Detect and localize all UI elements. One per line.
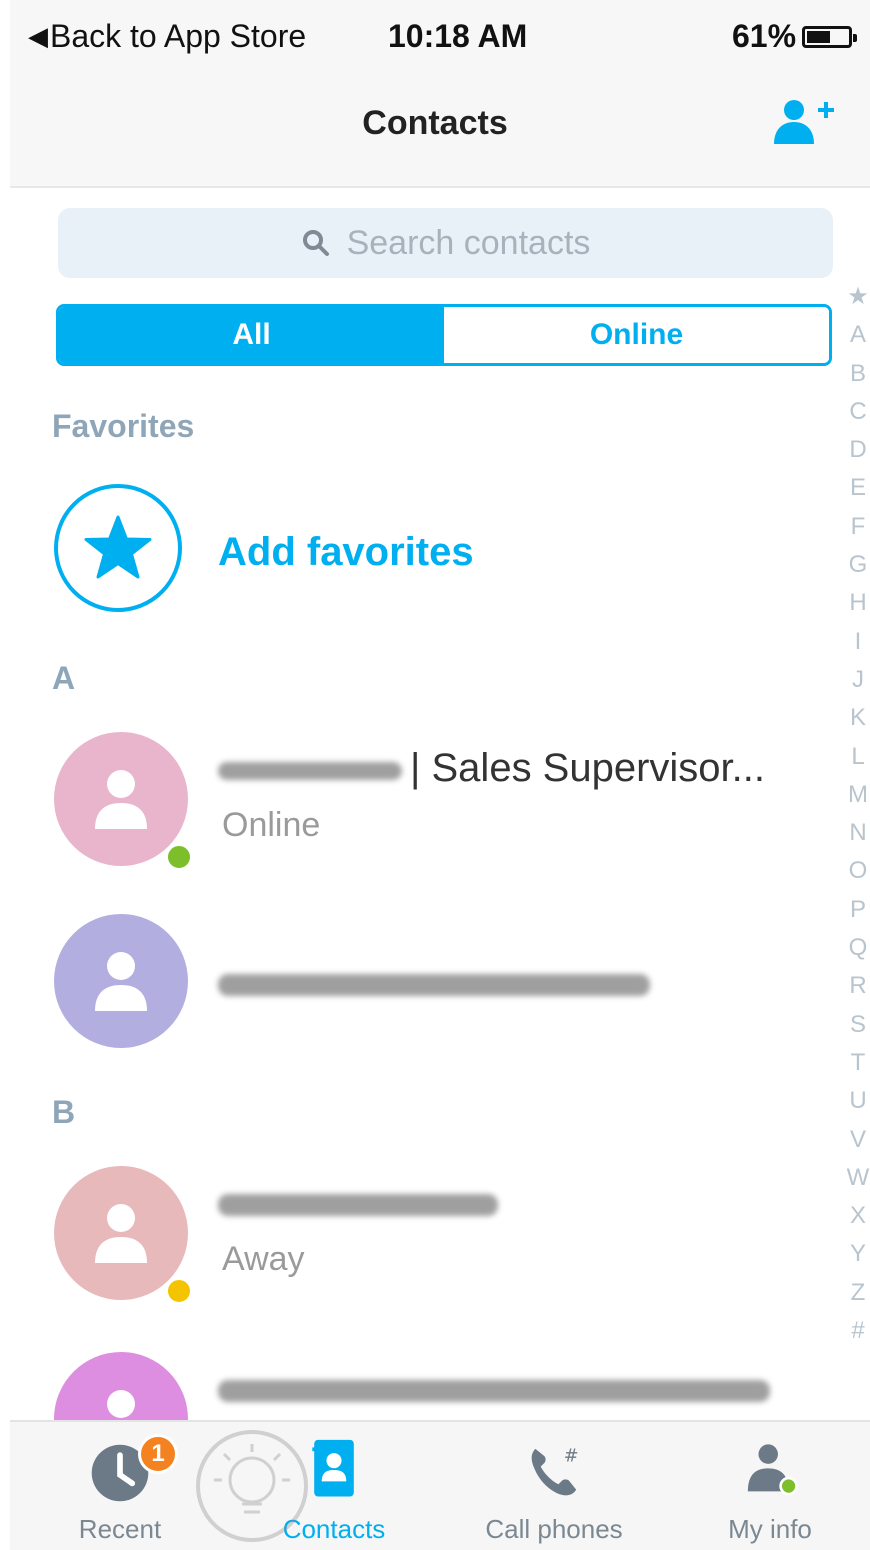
tab-recent[interactable]: 1 Recent: [60, 1422, 180, 1550]
alphabet-index-letter[interactable]: U: [846, 1082, 870, 1120]
section-header-b: B: [52, 1094, 76, 1130]
battery-icon: [802, 25, 858, 48]
search-placeholder: Search contacts: [346, 223, 591, 262]
alphabet-index-letter[interactable]: E: [846, 469, 870, 507]
alphabet-index-letter[interactable]: ★: [846, 278, 870, 316]
alphabet-index-letter[interactable]: V: [846, 1121, 870, 1159]
phone-dialpad-icon: #: [531, 1446, 579, 1496]
top-bar: ◀ Back to App Store 10:18 AM 61%: [10, 0, 870, 188]
person-icon: [95, 952, 147, 1011]
avatar: [54, 914, 188, 1048]
alphabet-index-letter[interactable]: Y: [846, 1235, 870, 1273]
filter-segmented-control: All Online: [56, 304, 832, 366]
alphabet-index-letter[interactable]: D: [846, 431, 870, 469]
tab-contacts-label: Contacts: [282, 1514, 386, 1544]
alphabet-index-letter[interactable]: B: [846, 355, 870, 393]
person-icon: [95, 770, 147, 829]
add-contact-button[interactable]: [770, 96, 836, 146]
tab-bar: 1 Recent Contacts # Call phones My info: [10, 1420, 870, 1550]
alphabet-index-letter[interactable]: J: [846, 661, 870, 699]
alphabet-index-letter[interactable]: C: [846, 393, 870, 431]
svg-text:#: #: [564, 1446, 579, 1466]
tab-call-phones[interactable]: # Call phones: [485, 1422, 622, 1550]
away-presence-dot: [165, 1277, 193, 1305]
tab-contacts[interactable]: Contacts: [274, 1422, 394, 1550]
alphabet-index-letter[interactable]: Z: [846, 1274, 870, 1312]
alphabet-index-letter[interactable]: #: [846, 1312, 870, 1350]
back-to-app-store-link[interactable]: ◀ Back to App Store: [28, 18, 306, 55]
alphabet-index-letter[interactable]: K: [846, 699, 870, 737]
search-icon: [302, 230, 329, 256]
alphabet-index-letter[interactable]: X: [846, 1197, 870, 1235]
battery-percent: 61%: [732, 18, 797, 54]
tab-my-info[interactable]: My info: [710, 1422, 830, 1550]
alphabet-index-letter[interactable]: A: [846, 316, 870, 354]
search-input[interactable]: Search contacts: [58, 208, 833, 278]
tab-my-info-label: My info: [728, 1514, 812, 1544]
status-bar: ◀ Back to App Store 10:18 AM 61%: [10, 0, 870, 70]
alphabet-index-letter[interactable]: L: [846, 738, 870, 776]
tab-online[interactable]: Online: [444, 307, 829, 363]
page-title: Contacts: [362, 104, 508, 142]
alphabet-index-letter[interactable]: Q: [846, 929, 870, 967]
add-favorites-button[interactable]: [54, 484, 182, 612]
alphabet-index-letter[interactable]: O: [846, 852, 870, 890]
alphabet-index-letter[interactable]: F: [846, 508, 870, 546]
star-icon: [84, 515, 152, 579]
alphabet-index-letter[interactable]: I: [846, 623, 870, 661]
contacts-book-icon: [312, 1439, 354, 1497]
tab-all[interactable]: All: [59, 307, 444, 363]
section-header-a: A: [52, 660, 76, 696]
redacted-name: [218, 974, 650, 996]
contact-status: Away: [222, 1240, 305, 1278]
alphabet-index-letter[interactable]: W: [846, 1159, 870, 1197]
contact-status: Online: [222, 806, 321, 844]
battery-indicator: 61%: [732, 18, 858, 55]
tab-recent-label: Recent: [78, 1514, 162, 1544]
alphabet-index-letter[interactable]: P: [846, 891, 870, 929]
alphabet-index-letter[interactable]: T: [846, 1044, 870, 1082]
online-presence-dot: [165, 843, 193, 871]
add-contact-icon: [774, 100, 834, 144]
avatar: [54, 1166, 188, 1300]
alphabet-index-letter[interactable]: R: [846, 967, 870, 1005]
back-arrow-icon: ◀: [28, 21, 48, 51]
person-icon: [95, 1204, 147, 1263]
back-label: Back to App Store: [50, 18, 307, 54]
alphabet-index-letter[interactable]: G: [846, 546, 870, 584]
tab-call-phones-label: Call phones: [485, 1514, 623, 1544]
redacted-name: [218, 1194, 498, 1216]
redacted-name: [218, 762, 402, 780]
avatar: [54, 732, 188, 866]
favorites-header: Favorites: [52, 408, 195, 444]
add-favorites-label[interactable]: Add favorites: [218, 530, 474, 575]
alphabet-index-letter[interactable]: N: [846, 814, 870, 852]
contact-name: | Sales Supervisor...: [410, 746, 765, 790]
alphabet-index-letter[interactable]: M: [846, 776, 870, 814]
my-info-icon: [747, 1444, 798, 1496]
redacted-name: [218, 1380, 770, 1402]
status-time: 10:18 AM: [388, 18, 528, 54]
notification-badge: 1: [138, 1434, 178, 1474]
alphabet-index-letter[interactable]: H: [846, 584, 870, 622]
alphabet-index-letter[interactable]: S: [846, 1006, 870, 1044]
alphabet-index[interactable]: ★ A B C D E F G H I J K L M N O P Q R S T U V W X Y Z #: [846, 278, 870, 1350]
